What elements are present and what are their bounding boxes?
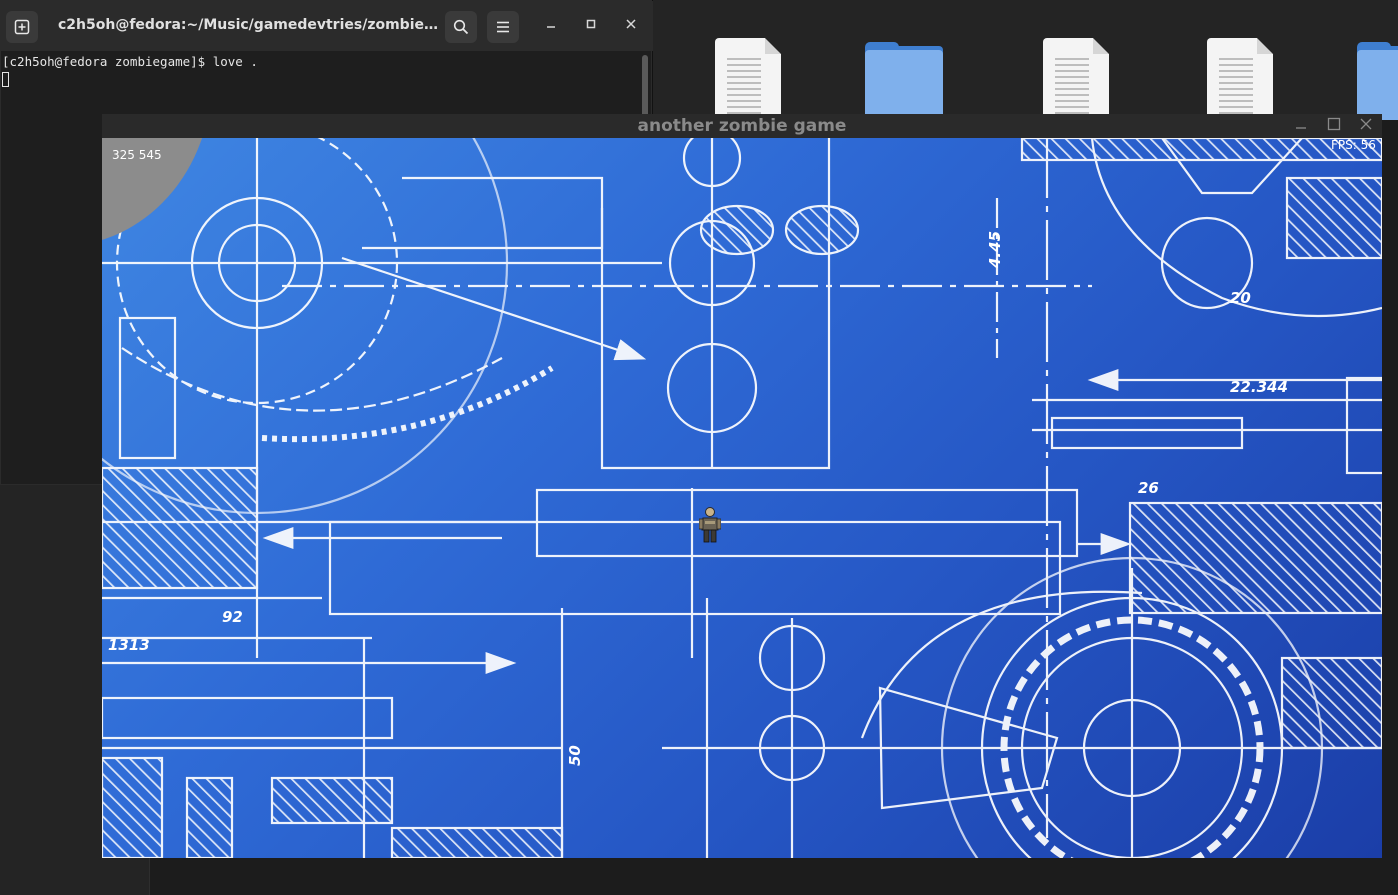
game-window[interactable]: another zombie game 22.344 26 92 1313 4.… [102,114,1382,858]
hamburger-menu-icon [497,21,509,33]
fps-counter: FPS: 56 vn0 [1331,138,1382,152]
terminal-header-bar[interactable]: c2h5oh@fedora:~/Music/gamedevtries/zombi… [1,1,653,51]
blueprint-label: 22.344 [1230,378,1288,396]
close-icon[interactable] [621,16,641,36]
blueprint-label: 4.45 [986,231,1004,269]
search-button[interactable] [445,11,477,43]
game-canvas[interactable]: 22.344 26 92 1313 4.45 20 50 325 545 FPS… [102,138,1382,858]
menu-button[interactable] [487,11,519,43]
desktop-background: c2h5oh@fedora:~/Music/gamedevtries/zombi… [0,0,1398,895]
game-minimize-icon[interactable] [1290,115,1312,137]
game-close-icon[interactable] [1355,115,1377,137]
folder-icon [865,42,943,120]
document-file-item[interactable] [707,38,787,120]
document-file-item[interactable] [1035,38,1115,120]
maximize-icon[interactable] [581,16,601,36]
document-icon [715,38,781,120]
folder-item[interactable] [865,38,945,120]
files-window [652,0,1398,120]
game-window-title: another zombie game [637,116,847,136]
blueprint-label: 20 [1230,289,1251,307]
search-icon [453,19,469,35]
blueprint-background: 22.344 26 92 1313 4.45 20 50 [102,138,1382,858]
folder-item[interactable] [1357,38,1398,120]
player-coordinates: 325 545 [112,148,162,162]
game-titlebar[interactable]: another zombie game [102,114,1382,138]
blueprint-label: 26 [1138,479,1159,497]
document-icon [1207,38,1273,120]
terminal-title: c2h5oh@fedora:~/Music/gamedevtries/zombi… [58,17,438,33]
new-tab-icon [14,19,30,35]
document-icon [1043,38,1109,120]
player-sprite [699,507,721,543]
game-maximize-icon[interactable] [1323,115,1345,137]
blueprint-label: 92 [222,608,243,626]
folder-icon [1357,42,1398,120]
terminal-scrollbar[interactable] [642,55,648,119]
blueprint-label: 1313 [108,636,150,654]
document-file-item[interactable] [1199,38,1279,120]
terminal-cursor [2,72,9,87]
minimize-icon[interactable] [541,16,561,36]
blueprint-label: 50 [566,745,584,766]
terminal-prompt-line: [c2h5oh@fedora zombiegame]$ love . [2,54,258,69]
new-tab-button[interactable] [6,11,38,43]
